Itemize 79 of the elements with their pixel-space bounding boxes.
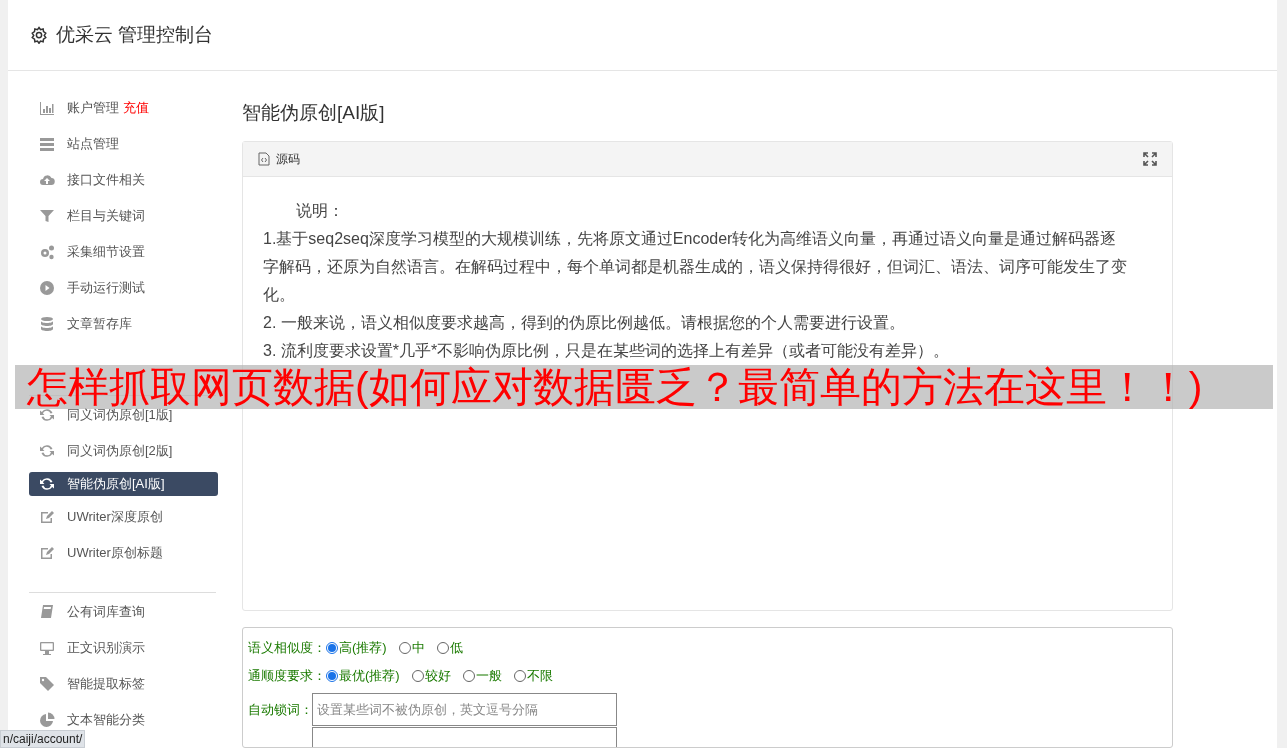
- item-label: 智能提取标签: [67, 675, 145, 694]
- paragraph: 1.基于seq2seq深度学习模型的大规模训练，先将原文通过Encoder转化为高维语义向量，再通过语义向量是通过解码器逐字解码，还原为自然语言。在解码过程中，每个单词都是机器生成的，语义保持得很好，但词汇、语法、词序可能发生了变化。: [263, 228, 1128, 305]
- paragraph: 2. 一般来说，语义相似度要求越高，得到的伪原比例越低。请根据您的个人需要进行设置。: [263, 312, 906, 333]
- sidebar-item[interactable]: 采集细节设置: [29, 244, 218, 260]
- item-label: 正文识别演示: [67, 639, 145, 658]
- item-label: 站点管理: [67, 135, 119, 154]
- sidebar-item[interactable]: 公有词库查询: [29, 604, 218, 620]
- app-title: 优采云 管理控制台: [56, 22, 214, 47]
- item-label: 公有词库查询: [67, 603, 145, 622]
- radio-option[interactable]: 高(推荐): [326, 638, 387, 658]
- item-label: UWriter深度原创: [67, 508, 163, 527]
- radio-button[interactable]: [436, 642, 449, 654]
- radio-button[interactable]: [326, 642, 338, 654]
- caption-banner: 怎样抓取网页数据(如何应对数据匮乏？最简单的方法在这里！！): [15, 365, 1273, 409]
- fullscreen-icon[interactable]: [1143, 151, 1157, 166]
- radio-option[interactable]: 较好: [411, 666, 451, 686]
- sidebar-item[interactable]: 手动运行测试: [29, 280, 218, 296]
- text-area[interactable]: [312, 727, 617, 747]
- refresh-icon: [39, 442, 55, 459]
- radio-button[interactable]: [326, 670, 338, 682]
- item-label: 接口文件相关: [67, 171, 145, 190]
- item-label: 手动运行测试: [67, 279, 145, 298]
- radio-button[interactable]: [398, 642, 411, 654]
- sidebar-item[interactable]: 站点管理: [29, 136, 218, 152]
- edit-icon: [39, 509, 55, 525]
- radio-button[interactable]: [462, 670, 475, 682]
- item-label: 同义词伪原创[1版]: [67, 407, 173, 425]
- sidebar-item[interactable]: 同义词伪原创[2版]: [29, 442, 218, 459]
- filter-icon: [39, 208, 55, 224]
- tag-icon: [39, 676, 55, 692]
- heading-text: 说明：: [295, 200, 345, 221]
- edit-icon: [39, 545, 55, 561]
- item-label: 栏目与关键词: [67, 207, 145, 226]
- sidebar-item[interactable]: 智能伪原创[AI版]: [29, 471, 218, 496]
- radio-option[interactable]: 一般: [462, 666, 502, 686]
- paragraph: 3. 流利度要求设置*几乎*不影响伪原比例，只是在某些词的选择上有差异（或者可能没有差异）。: [263, 340, 951, 361]
- pie-chart-icon: [39, 712, 55, 728]
- database-icon: [39, 316, 55, 332]
- radio-option[interactable]: 不限: [513, 666, 553, 686]
- cloud-upload-icon: [39, 172, 55, 188]
- item-label: 采集细节设置: [67, 243, 145, 262]
- radio-button[interactable]: [411, 670, 424, 682]
- code-file-icon: [258, 151, 270, 166]
- refresh-icon: [39, 406, 55, 423]
- item-label: 账户管理: [67, 99, 119, 118]
- monitor-icon: [39, 640, 55, 656]
- book-icon: [39, 604, 55, 620]
- item-label: UWriter原创标题: [67, 544, 163, 563]
- recharge-link[interactable]: 充值: [123, 98, 149, 118]
- sidebar-item[interactable]: UWriter深度原创: [29, 509, 218, 525]
- radio-option[interactable]: 中: [398, 638, 425, 658]
- sidebar-item[interactable]: 接口文件相关: [29, 172, 218, 188]
- source-tab[interactable]: 源码: [276, 149, 300, 168]
- sidebar-item[interactable]: 账户管理 充值: [29, 100, 218, 116]
- sidebar-item[interactable]: 栏目与关键词: [29, 208, 218, 224]
- bar-chart-icon: [39, 100, 55, 116]
- field-label: 语义相似度：: [248, 639, 326, 658]
- play-circle-icon: [39, 280, 55, 296]
- item-label: 智能伪原创[AI版]: [67, 475, 165, 494]
- radio-option[interactable]: 最优(推荐): [326, 666, 400, 686]
- refresh-icon: [39, 475, 55, 492]
- status-bar: n/caiji/account/: [0, 730, 86, 748]
- sidebar-item[interactable]: UWriter原创标题: [29, 545, 218, 561]
- radio-button[interactable]: [513, 670, 526, 682]
- field-label: 通顺度要求：: [248, 667, 326, 686]
- text-field[interactable]: 设置某些词不被伪原创，英文逗号分隔: [312, 693, 617, 726]
- server-icon: [39, 136, 55, 152]
- sidebar-item[interactable]: 文本智能分类: [29, 712, 218, 728]
- sidebar-item[interactable]: 智能提取标签: [29, 676, 218, 692]
- page-title: 智能伪原创[AI版]: [242, 101, 386, 125]
- radio-option[interactable]: 低: [436, 638, 463, 658]
- sidebar-item[interactable]: 同义词伪原创[1版]: [29, 406, 218, 423]
- settings-icon: [30, 26, 48, 44]
- sidebar-item[interactable]: 正文识别演示: [29, 640, 218, 656]
- item-label: 同义词伪原创[2版]: [67, 442, 173, 461]
- item-label: 文章暂存库: [67, 315, 132, 334]
- sidebar-item[interactable]: 文章暂存库: [29, 316, 218, 332]
- field-label: 自动锁词：: [248, 701, 313, 719]
- item-label: 文本智能分类: [67, 711, 145, 730]
